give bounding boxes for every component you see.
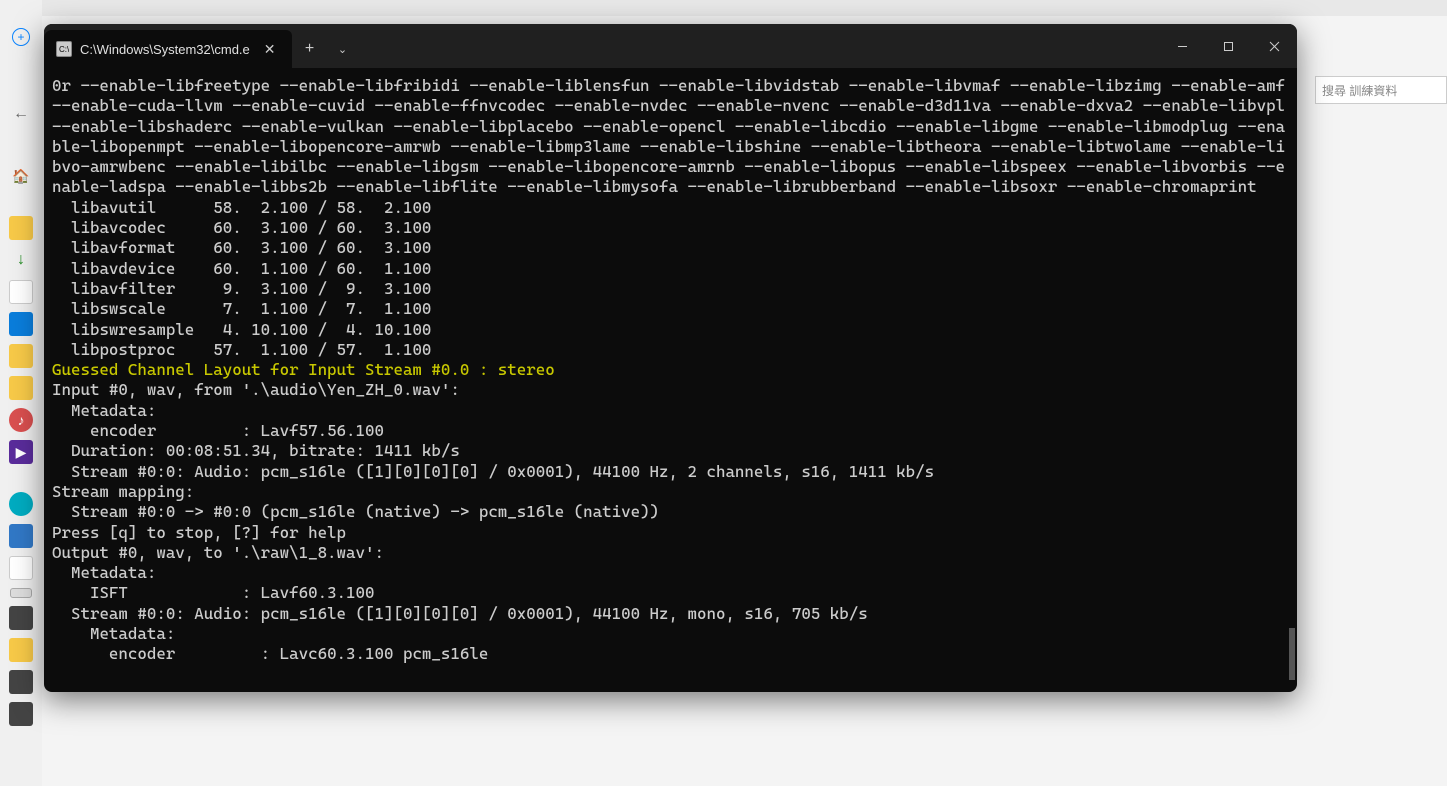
input0-line: Input #0, wav, from '.\audio\Yen_ZH_0.wa… bbox=[52, 380, 460, 399]
folder2-icon[interactable] bbox=[9, 344, 33, 368]
documents-icon[interactable] bbox=[9, 280, 33, 304]
libavdevice-line: libavdevice 60. 1.100 / 60. 1.100 bbox=[52, 259, 431, 278]
folder-icon[interactable] bbox=[9, 216, 33, 240]
libavcodec-line: libavcodec 60. 3.100 / 60. 3.100 bbox=[52, 218, 431, 237]
browser-tab-strip bbox=[42, 0, 1447, 16]
pictures-icon[interactable] bbox=[9, 312, 33, 336]
input-stream-line: Stream #0:0: Audio: pcm_s16le ([1][0][0]… bbox=[52, 462, 934, 481]
press-q-line: Press [q] to stop, [?] for help bbox=[52, 523, 346, 542]
isft-line: ISFT : Lavf60.3.100 bbox=[52, 583, 375, 602]
folder4-icon[interactable] bbox=[9, 638, 33, 662]
search-input[interactable]: 搜尋 訓練資料 bbox=[1315, 76, 1447, 104]
drive-icon[interactable] bbox=[10, 588, 32, 598]
stream-mapping-line: Stream mapping: bbox=[52, 482, 194, 501]
duration-line: Duration: 00:08:51.34, bitrate: 1411 kb/… bbox=[52, 441, 460, 460]
dark2-icon[interactable] bbox=[9, 670, 33, 694]
scrollbar[interactable] bbox=[1287, 68, 1295, 690]
libavfilter-line: libavfilter 9. 3.100 / 9. 3.100 bbox=[52, 279, 431, 298]
libswresample-line: libswresample 4. 10.100 / 4. 10.100 bbox=[52, 320, 431, 339]
minimize-button[interactable] bbox=[1159, 24, 1205, 68]
titlebar: C:\ C:\Windows\System32\cmd.e ✕ + ⌄ bbox=[44, 24, 1297, 68]
svg-text:C:\: C:\ bbox=[59, 45, 69, 54]
output-stream-line: Stream #0:0: Audio: pcm_s16le ([1][0][0]… bbox=[52, 604, 868, 623]
metadata2-line: Metadata: bbox=[52, 563, 156, 582]
dark3-icon[interactable] bbox=[9, 702, 33, 726]
metadata3-line: Metadata: bbox=[52, 624, 175, 643]
guessed-channel-line: Guessed Channel Layout for Input Stream … bbox=[52, 360, 555, 379]
metadata1-line: Metadata: bbox=[52, 401, 156, 420]
config-flags-line: 0r --enable-libfreetype --enable-libfrib… bbox=[52, 76, 1295, 196]
desktop-icon[interactable] bbox=[9, 524, 33, 548]
video-icon[interactable]: ▶ bbox=[9, 440, 33, 464]
home-icon[interactable]: 🏠 bbox=[9, 164, 33, 188]
folder3-icon[interactable] bbox=[9, 376, 33, 400]
encoder1-line: encoder : Lavf57.56.100 bbox=[52, 421, 384, 440]
downloads-icon[interactable]: ↓ bbox=[9, 248, 33, 272]
libavutil-line: libavutil 58. 2.100 / 58. 2.100 bbox=[52, 198, 431, 217]
left-sidebar: + ← 🏠 ↓ ♪ ▶ bbox=[0, 0, 42, 786]
dark-icon[interactable] bbox=[9, 606, 33, 630]
libpostproc-line: libpostproc 57. 1.100 / 57. 1.100 bbox=[52, 340, 431, 359]
terminal-window: C:\ C:\Windows\System32\cmd.e ✕ + ⌄ 0r -… bbox=[44, 24, 1297, 692]
cloud-icon[interactable] bbox=[9, 492, 33, 516]
tab-title: C:\Windows\System32\cmd.e bbox=[80, 42, 250, 57]
cmd-icon: C:\ bbox=[56, 41, 72, 57]
output0-line: Output #0, wav, to '.\raw\1_8.wav': bbox=[52, 543, 384, 562]
new-tab-button[interactable]: + bbox=[292, 30, 328, 68]
terminal-tab[interactable]: C:\ C:\Windows\System32\cmd.e ✕ bbox=[44, 30, 292, 68]
window-controls bbox=[1159, 24, 1297, 68]
tab-close-button[interactable]: ✕ bbox=[258, 39, 282, 60]
music-icon[interactable]: ♪ bbox=[9, 408, 33, 432]
terminal-output[interactable]: 0r --enable-libfreetype --enable-libfrib… bbox=[44, 68, 1297, 692]
libavformat-line: libavformat 60. 3.100 / 60. 3.100 bbox=[52, 238, 431, 257]
libswscale-line: libswscale 7. 1.100 / 7. 1.100 bbox=[52, 299, 431, 318]
maximize-button[interactable] bbox=[1205, 24, 1251, 68]
tab-dropdown-button[interactable]: ⌄ bbox=[328, 30, 358, 68]
scrollbar-thumb[interactable] bbox=[1289, 628, 1295, 680]
back-icon[interactable]: ← bbox=[9, 102, 33, 126]
doc2-icon[interactable] bbox=[9, 556, 33, 580]
add-icon[interactable]: + bbox=[12, 28, 30, 46]
close-button[interactable] bbox=[1251, 24, 1297, 68]
search-placeholder: 搜尋 訓練資料 bbox=[1322, 82, 1397, 99]
map-entry-line: Stream #0:0 -> #0:0 (pcm_s16le (native) … bbox=[52, 502, 659, 521]
encoder2-line: encoder : Lavc60.3.100 pcm_s16le bbox=[52, 644, 488, 663]
